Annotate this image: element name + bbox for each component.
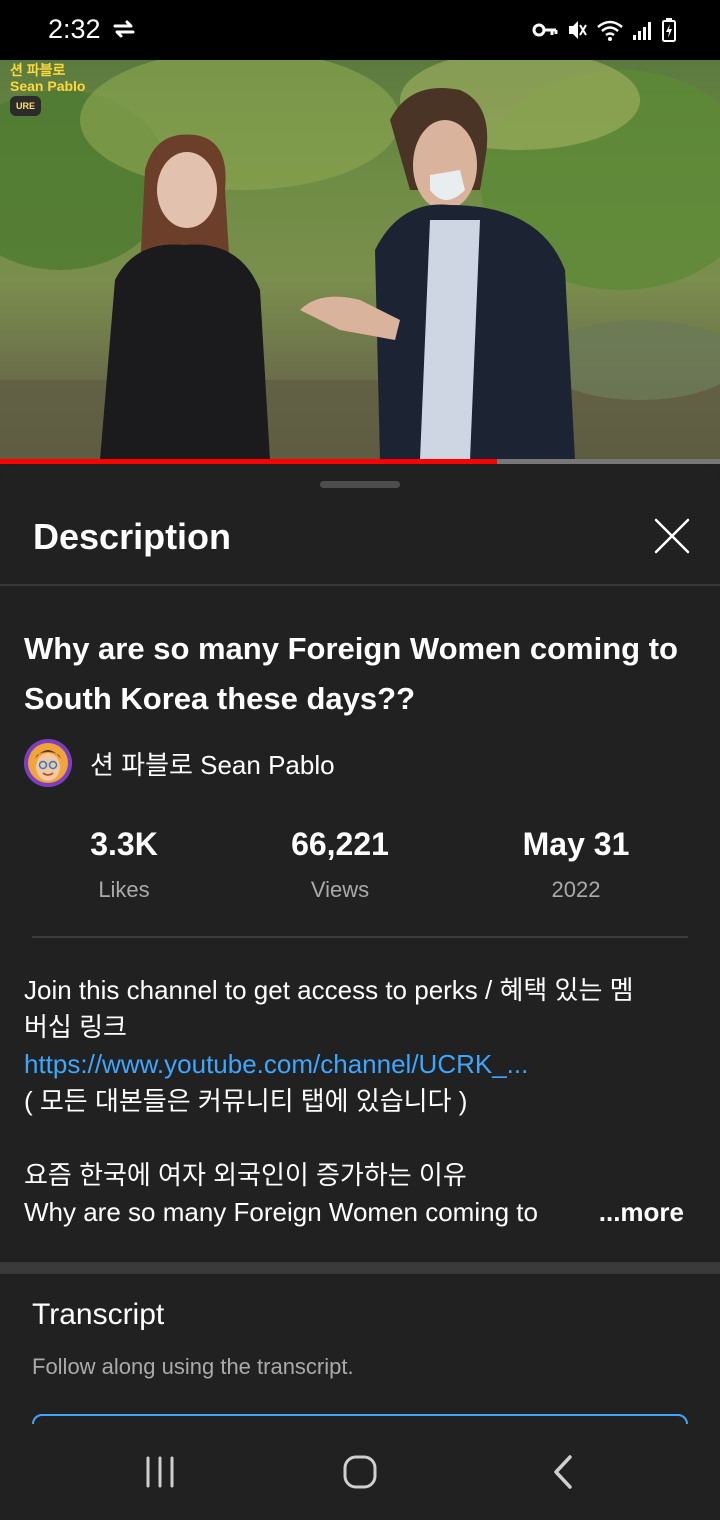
avatar[interactable]: [24, 739, 72, 787]
person-left-figure: [100, 134, 270, 460]
stat-views: 66,221 Views: [240, 826, 440, 903]
description-line: Join this channel to get access to perks…: [24, 975, 634, 1005]
back-icon[interactable]: [544, 1452, 584, 1492]
transcript-subtitle: Follow along using the transcript.: [32, 1354, 354, 1379]
likes-label: Likes: [98, 877, 150, 902]
more-button[interactable]: ...more: [599, 1194, 684, 1231]
stat-date: May 31 2022: [476, 826, 676, 903]
channel-watermark: 션 파블로 Sean Pablo URE: [10, 62, 85, 116]
watermark-korean: 션 파블로: [10, 62, 66, 78]
video-player[interactable]: 션 파블로 Sean Pablo URE: [0, 60, 720, 460]
channel-row[interactable]: 션 파블로 Sean Pablo: [24, 738, 335, 788]
description-text[interactable]: Join this channel to get access to perks…: [24, 972, 694, 1231]
wifi-icon: [597, 20, 623, 41]
stats-row: 3.3K Likes 66,221 Views May 31 2022: [0, 826, 720, 906]
sheet-divider: [0, 584, 720, 586]
transcript-title: Transcript: [32, 1298, 165, 1331]
vpn-key-icon: [532, 23, 558, 37]
person-right-figure: [300, 88, 575, 460]
video-title: Why are so many Foreign Women coming to …: [24, 631, 678, 716]
battery-charging-icon: [662, 18, 676, 42]
channel-avatar-icon: [24, 739, 72, 787]
recent-apps-icon[interactable]: [140, 1452, 180, 1492]
description-sheet: Description Why are so many Foreign Wome…: [0, 464, 720, 1474]
sheet-title: Description: [33, 516, 232, 557]
signal-icon: [633, 22, 651, 40]
stat-likes: 3.3K Likes: [24, 826, 224, 903]
channel-link[interactable]: https://www.youtube.com/channel/UCRK_...: [24, 1046, 694, 1083]
channel-name[interactable]: 션 파블로 Sean Pablo: [90, 745, 335, 782]
views-value: 66,221: [291, 826, 389, 862]
status-time: 2:32: [48, 14, 101, 44]
description-last-line: Why are so many Foreign Women coming to …: [24, 1194, 694, 1231]
status-bar: 2:32: [0, 0, 720, 60]
date-value: May 31: [522, 826, 630, 862]
section-separator: [0, 1262, 720, 1274]
drag-handle[interactable]: [320, 481, 400, 488]
likes-value: 3.3K: [90, 826, 158, 862]
description-line: 요즘 한국에 여자 외국인이 증가하는 이유: [24, 1160, 467, 1190]
system-nav-bar: [0, 1424, 720, 1520]
description-line: 버십 링크: [24, 1012, 127, 1042]
description-line: Why are so many Foreign Women coming to: [24, 1197, 538, 1227]
home-icon[interactable]: [340, 1452, 380, 1492]
data-sync-icon: [113, 20, 135, 38]
close-icon[interactable]: [648, 512, 696, 560]
views-label: Views: [310, 877, 370, 902]
description-line: ( 모든 대본들은 커뮤니티 탭에 있습니다 ): [24, 1086, 468, 1116]
stats-divider: [32, 936, 688, 938]
watermark-badge: URE: [10, 96, 42, 116]
year-label: 2022: [551, 877, 601, 902]
mute-icon: [569, 21, 587, 39]
watermark-name: Sean Pablo: [10, 78, 86, 94]
status-icons: [532, 16, 676, 44]
